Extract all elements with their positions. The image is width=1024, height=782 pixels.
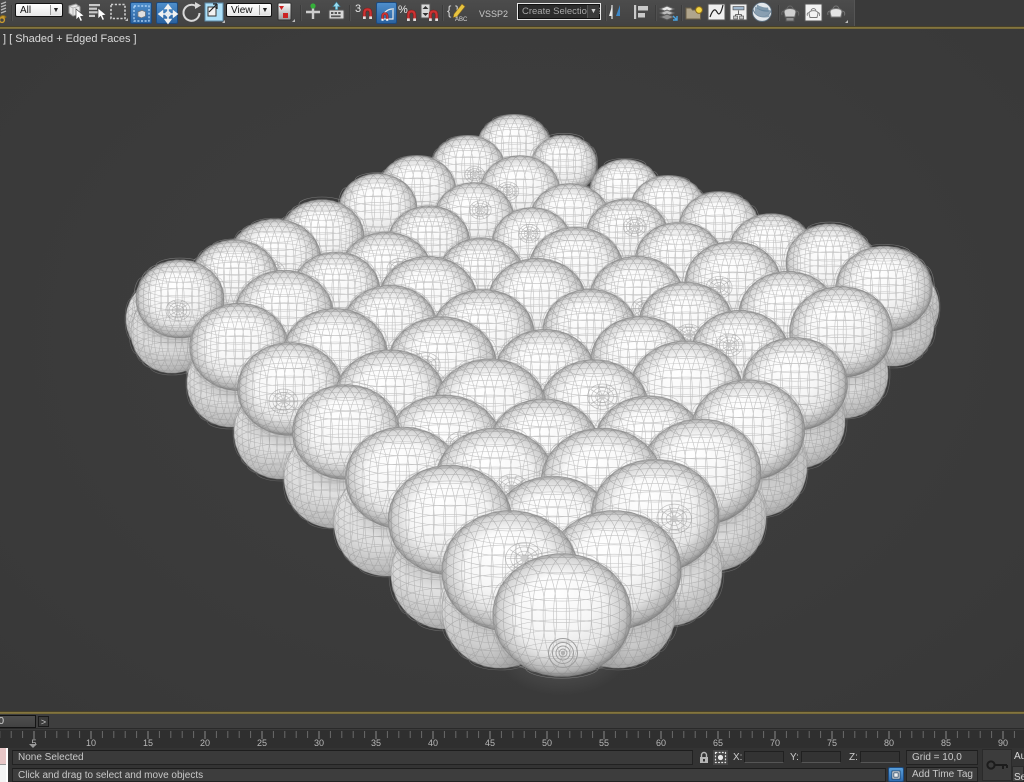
svg-text:3: 3: [355, 3, 361, 15]
svg-text:%: %: [398, 4, 408, 16]
svg-text:ABC: ABC: [455, 17, 468, 23]
